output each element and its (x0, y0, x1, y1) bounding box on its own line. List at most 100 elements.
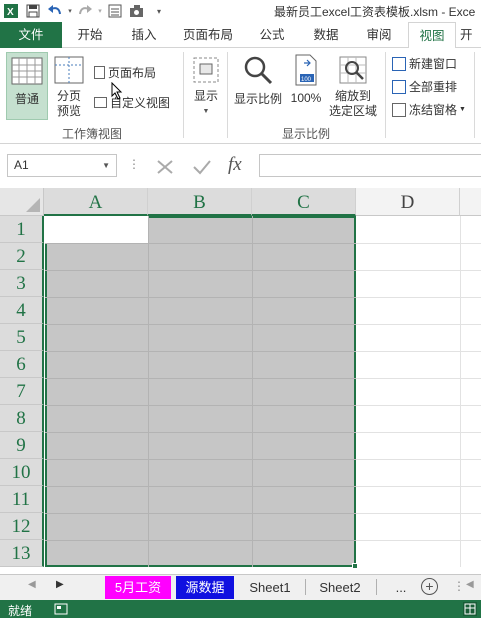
magnifier-icon (244, 56, 273, 85)
save-icon[interactable] (22, 0, 44, 22)
name-box[interactable]: A1 ▼ (7, 154, 117, 177)
quick-access-toolbar: X ▾ ▾ ▾ (0, 0, 170, 22)
row-header-7[interactable]: 7 (0, 378, 44, 405)
gridline (45, 324, 356, 325)
title-bar: X ▾ ▾ ▾ 最新员工excel工资表模板.xlsm - Exce (0, 0, 481, 22)
hscroll-left-icon[interactable]: ◀ (466, 579, 474, 590)
row-header-9[interactable]: 9 (0, 432, 44, 459)
show-label: 显示 (193, 89, 218, 103)
print-preview-icon[interactable] (104, 0, 126, 22)
new-window-button[interactable]: 新建窗口 (392, 55, 457, 72)
row-header-1[interactable]: 1 (0, 216, 44, 243)
custom-views-icon (94, 97, 107, 108)
page-break-preview-icon (54, 56, 84, 84)
row-header-3[interactable]: 3 (0, 270, 44, 297)
row-header-2[interactable]: 2 (0, 243, 44, 270)
row-header-8[interactable]: 8 (0, 405, 44, 432)
redo-icon[interactable] (74, 0, 96, 22)
tab-review[interactable]: 审阅 (355, 22, 403, 48)
sheet-tab-source-data[interactable]: 源数据 (176, 576, 234, 599)
sheet-tab-sheet2[interactable]: Sheet2 (310, 576, 370, 599)
scroll-tabs-right-icon[interactable]: ▶ (56, 579, 64, 590)
column-header-e[interactable] (460, 188, 481, 216)
normal-view-status-icon[interactable] (463, 602, 477, 616)
redo-dropdown-icon[interactable]: ▾ (96, 0, 104, 22)
sheet-tab-sheet1[interactable]: Sheet1 (240, 576, 300, 599)
tab-view[interactable]: 视图 (408, 22, 456, 49)
tab-developer[interactable]: 开 (460, 22, 481, 48)
custom-views-button[interactable]: 自定义视图 (94, 94, 170, 111)
new-sheet-icon[interactable]: + (421, 578, 438, 595)
show-button[interactable]: 显示 ▼ (189, 52, 223, 120)
arrange-all-button[interactable]: 全部重排 (392, 78, 457, 95)
zoom-to-selection-button[interactable]: 缩放到 选定区域 (326, 52, 380, 120)
name-box-value: A1 (14, 158, 29, 172)
zoom-button[interactable]: 显示比例 (232, 52, 284, 120)
row-header-6[interactable]: 6 (0, 351, 44, 378)
normal-view-button[interactable]: 普通 (6, 52, 48, 120)
show-icon (193, 57, 219, 83)
workbook-views-group-label: 工作簿视图 (62, 127, 123, 141)
insert-function-icon[interactable]: fx (228, 154, 242, 176)
page-layout-view-button[interactable]: 页面布局 (94, 64, 156, 81)
group-divider (183, 52, 184, 138)
page-break-label-2: 预览 (56, 104, 81, 118)
tab-formulas[interactable]: 公式 (248, 22, 296, 48)
excel-logo-icon: X (0, 0, 22, 22)
selected-range[interactable] (45, 216, 356, 567)
gridline (252, 216, 253, 567)
status-ready: 就绪 (8, 604, 33, 618)
row-header-11[interactable]: 11 (0, 486, 44, 513)
column-header-d[interactable]: D (356, 188, 460, 216)
more-sheets-button[interactable]: ... (388, 576, 414, 599)
row-header-12[interactable]: 12 (0, 513, 44, 540)
gridline (45, 459, 356, 460)
tab-page-layout[interactable]: 页面布局 (176, 22, 240, 48)
zoom-100-icon: 100 (295, 54, 317, 86)
tab-insert[interactable]: 插入 (120, 22, 168, 48)
freeze-panes-dropdown-icon: ▼ (459, 106, 466, 113)
page-layout-label: 页面布局 (108, 66, 157, 80)
row-header-13[interactable]: 13 (0, 540, 44, 567)
tab-data[interactable]: 数据 (302, 22, 350, 48)
formula-bar: A1 ▼ ⋮ fx (0, 150, 481, 183)
column-header-a[interactable]: A (44, 188, 148, 216)
zoom-100-button[interactable]: 100 100% (289, 52, 323, 120)
zoom-to-selection-icon (339, 56, 367, 84)
undo-dropdown-icon[interactable]: ▾ (66, 0, 74, 22)
row-header-10[interactable]: 10 (0, 459, 44, 486)
gridline (460, 216, 461, 567)
formula-input[interactable] (259, 154, 481, 177)
column-header-b[interactable]: B (148, 188, 252, 216)
status-bar: 就绪 (0, 600, 481, 618)
freeze-panes-label: 冻结窗格 (409, 103, 458, 117)
gridline (356, 459, 481, 460)
row-header-4[interactable]: 4 (0, 297, 44, 324)
arrange-all-label: 全部重排 (409, 80, 458, 94)
gridline (356, 405, 481, 406)
name-box-dropdown-icon[interactable]: ▼ (102, 155, 110, 176)
row-header-5[interactable]: 5 (0, 324, 44, 351)
gridline (356, 540, 481, 541)
tab-splitter-icon[interactable]: ⋮ (453, 579, 465, 593)
tab-home[interactable]: 开始 (66, 22, 114, 48)
page-break-preview-button[interactable]: 分页 预览 (52, 52, 86, 120)
zoom-selection-label-2: 选定区域 (328, 104, 377, 118)
new-window-icon (392, 56, 406, 71)
freeze-panes-button[interactable]: 冻结窗格 ▼ (392, 101, 466, 118)
select-all-button[interactable] (0, 188, 44, 216)
active-cell-a1[interactable] (45, 216, 148, 243)
cancel-icon[interactable] (156, 159, 174, 175)
undo-icon[interactable] (44, 0, 66, 22)
customize-qat-icon[interactable]: ▾ (148, 0, 170, 22)
scroll-tabs-left-icon[interactable]: ◀ (28, 579, 36, 590)
camera-icon[interactable] (126, 0, 148, 22)
macro-record-icon[interactable] (54, 603, 68, 615)
fill-handle[interactable] (352, 563, 358, 569)
column-header-c[interactable]: C (252, 188, 356, 216)
gridline (356, 432, 481, 433)
tab-file[interactable]: 文件 (0, 22, 62, 48)
show-dropdown-icon: ▼ (202, 108, 210, 115)
sheet-tab-may-salary[interactable]: 5月工资 (105, 576, 171, 599)
enter-check-icon[interactable] (192, 159, 212, 175)
